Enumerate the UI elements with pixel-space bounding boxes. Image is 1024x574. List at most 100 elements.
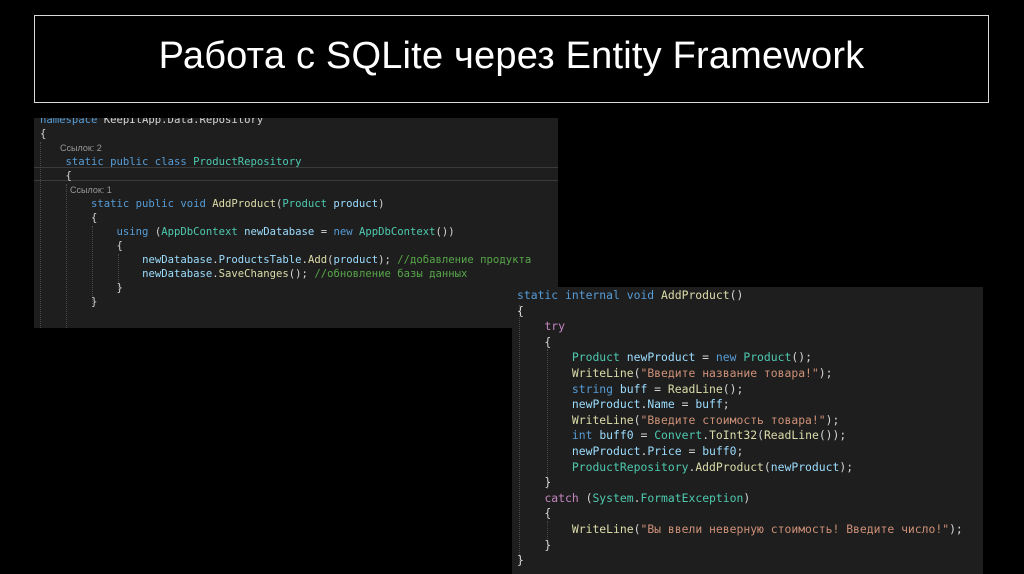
- code-token: }: [40, 282, 123, 294]
- code-token: ()): [435, 226, 455, 238]
- code-line: }: [512, 475, 551, 491]
- code-line: newDatabase.SaveChanges(); //обновление …: [34, 267, 467, 281]
- code-token: buff: [695, 397, 723, 412]
- code-token: {: [517, 303, 524, 318]
- code-token: (: [757, 428, 764, 443]
- code-token: ProductRepository: [571, 459, 689, 474]
- code-token: newProduct: [770, 459, 840, 474]
- code-line: {: [34, 169, 72, 183]
- code-token: KeepItApp.Data.Repository: [103, 118, 264, 126]
- code-token: buff: [619, 381, 648, 396]
- code-token: }: [517, 475, 552, 490]
- code-token: AddProduct: [212, 198, 276, 210]
- code-token: newProduct: [571, 444, 641, 458]
- code-line: {: [34, 127, 46, 141]
- code-token: ProductRepository: [193, 156, 302, 168]
- codelens-reference-count[interactable]: Ссылок: 1: [40, 185, 112, 195]
- code-token: SaveChanges: [218, 268, 289, 280]
- code-token: =: [674, 397, 696, 412]
- codelens-reference-count[interactable]: Ссылок: 2: [40, 143, 102, 153]
- code-token: ());: [818, 428, 847, 443]
- code-token: static internal void: [517, 288, 662, 302]
- code-token: Add: [307, 254, 328, 266]
- code-token: Product: [743, 350, 792, 365]
- code-line: using (AppDbContext newDatabase = new Ap…: [34, 225, 455, 239]
- code-line: newProduct.Price = buff0;: [512, 444, 743, 460]
- code-line: }: [512, 553, 524, 569]
- code-token: new: [333, 226, 359, 238]
- code-token: ();: [722, 381, 744, 396]
- code-token: );: [839, 459, 854, 474]
- code-token: );: [818, 366, 833, 380]
- code-token: buff0: [599, 428, 634, 443]
- code-token: Product: [571, 350, 627, 365]
- code-token: );: [378, 254, 398, 266]
- code-token: WriteLine: [571, 366, 634, 380]
- code-token: ReadLine: [667, 381, 723, 396]
- code-token: =: [314, 226, 334, 238]
- current-line-highlight: [34, 167, 558, 181]
- code-token: ;: [722, 397, 730, 412]
- code-token: newDatabase: [244, 226, 315, 238]
- code-token: newDatabase: [142, 254, 213, 266]
- code-token: ReadLine: [763, 428, 819, 443]
- code-line: Product newProduct = new Product();: [512, 350, 812, 366]
- code-token: newDatabase: [142, 268, 213, 280]
- code-token: newProduct: [626, 350, 696, 365]
- code-token: );: [949, 522, 963, 536]
- code-token: newProduct: [571, 397, 641, 412]
- code-token: buff0: [702, 444, 737, 458]
- code-line: newProduct.Name = buff;: [512, 397, 730, 413]
- code-line: try: [512, 319, 565, 335]
- code-token: using: [116, 226, 155, 238]
- code-line: {: [512, 506, 551, 522]
- code-token: product: [333, 198, 379, 210]
- code-line: WriteLine("Вы ввели неверную стоимость! …: [512, 522, 963, 538]
- code-token: {: [40, 240, 123, 252]
- code-token: Product: [282, 198, 334, 210]
- code-line: }: [34, 295, 97, 309]
- code-token: (): [729, 288, 744, 302]
- code-token: AppDbContext: [358, 226, 436, 238]
- code-token: }: [517, 537, 552, 552]
- code-token: string: [571, 381, 620, 396]
- code-token: Price: [647, 444, 682, 458]
- code-token: System: [592, 490, 634, 505]
- code-token: =: [681, 444, 703, 458]
- code-line: Ссылок: 1: [34, 183, 112, 197]
- code-token: "Введите название товара!": [640, 366, 819, 380]
- code-token: static public void: [91, 198, 213, 210]
- code-line: static public void AddProduct(Product pr…: [34, 197, 384, 211]
- code-token: ();: [791, 350, 812, 365]
- code-token: ProductsTable: [218, 254, 302, 266]
- code-line: {: [34, 211, 97, 225]
- code-token: );: [825, 412, 840, 427]
- code-line: {: [512, 335, 551, 351]
- code-token: ): [743, 490, 751, 505]
- code-token: ToInt32: [709, 428, 758, 443]
- code-token: try: [544, 319, 566, 334]
- code-token: ): [378, 198, 385, 210]
- code-token: WriteLine: [571, 412, 634, 427]
- code-token: {: [40, 212, 98, 224]
- code-token: =: [633, 428, 655, 443]
- code-panel-repository: namespace KeepItApp.Data.Repository{ Ссы…: [34, 118, 558, 328]
- code-token: product: [333, 254, 379, 266]
- code-line: {: [512, 304, 524, 320]
- code-token: {: [517, 334, 552, 349]
- code-token: //добавление продукта: [397, 254, 532, 266]
